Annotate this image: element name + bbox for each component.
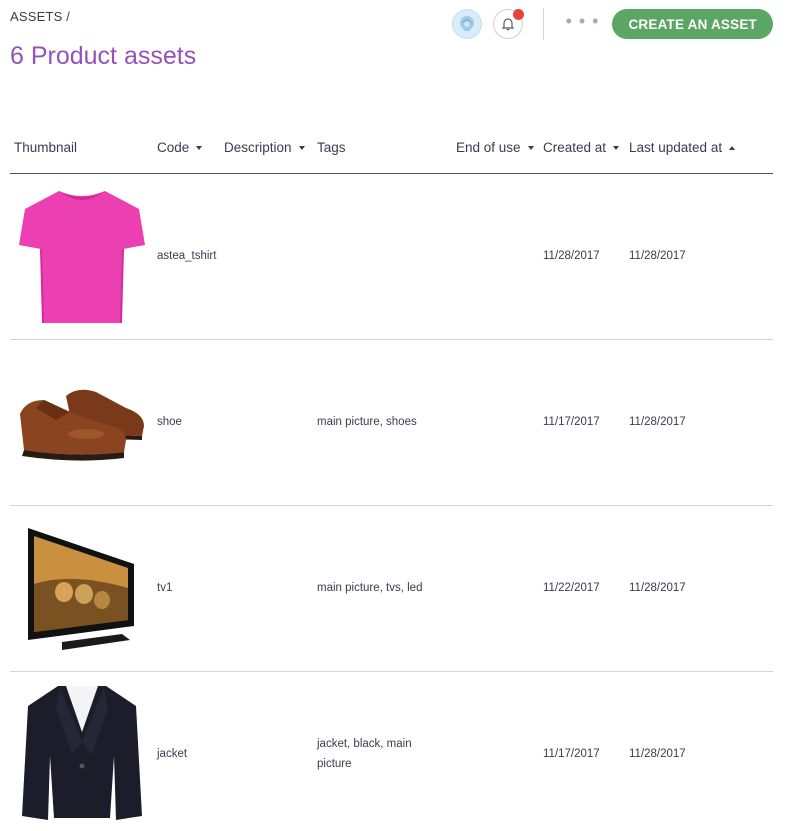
bell-icon xyxy=(501,18,515,31)
cell-created-at: 11/22/2017 xyxy=(543,582,600,594)
column-header-thumbnail: Thumbnail xyxy=(14,140,77,155)
create-asset-button[interactable]: CREATE AN ASSET xyxy=(612,9,773,39)
cell-updated-at: 11/28/2017 xyxy=(629,748,686,760)
cell-created-at: 11/28/2017 xyxy=(543,250,600,262)
thumbnail[interactable] xyxy=(15,182,149,332)
user-avatar-icon xyxy=(459,16,474,31)
column-header-description[interactable]: Description xyxy=(224,140,305,155)
cell-created-at: 11/17/2017 xyxy=(543,416,600,428)
thumbnail[interactable] xyxy=(15,348,149,498)
table-row[interactable]: tv1 main picture, tvs, led 11/22/2017 11… xyxy=(10,506,773,672)
notification-dot xyxy=(512,9,524,20)
divider xyxy=(542,8,544,40)
column-header-code[interactable]: Code xyxy=(157,140,203,155)
column-header-last-updated-at[interactable]: Last updated at xyxy=(629,140,736,155)
notifications-button[interactable] xyxy=(492,9,524,39)
table-row[interactable]: jacket jacket, black, main picture 11/17… xyxy=(10,672,773,831)
column-header-tags: Tags xyxy=(317,140,346,155)
thumbnail[interactable] xyxy=(15,514,149,664)
cell-tags: jacket, black, main picture xyxy=(317,738,412,770)
table-row[interactable]: astea_tshirt 11/28/2017 11/28/2017 xyxy=(10,174,773,340)
table-row[interactable]: shoe main picture, shoes 11/17/2017 11/2… xyxy=(10,340,773,506)
tv-image xyxy=(28,528,134,650)
pink-tshirt-image xyxy=(19,191,145,324)
page-title: 6 Product assets xyxy=(10,42,197,70)
column-label: Tags xyxy=(317,140,346,155)
cell-updated-at: 11/28/2017 xyxy=(629,250,686,262)
column-label: Last updated at xyxy=(629,140,723,155)
sort-down-icon xyxy=(527,145,534,150)
sort-up-icon xyxy=(729,145,736,150)
sort-down-icon xyxy=(613,145,620,150)
column-label: End of use xyxy=(456,140,521,155)
top-actions: • • • CREATE AN ASSET xyxy=(451,8,773,40)
column-label: Code xyxy=(157,140,190,155)
column-header-end-of-use[interactable]: End of use xyxy=(456,140,534,155)
avatar[interactable] xyxy=(451,9,482,39)
cell-updated-at: 11/28/2017 xyxy=(629,582,686,594)
black-jacket-image xyxy=(22,686,142,820)
thumbnail[interactable] xyxy=(15,680,149,826)
cell-updated-at: 11/28/2017 xyxy=(629,416,686,428)
breadcrumb[interactable]: ASSETS / xyxy=(10,9,70,24)
column-label: Description xyxy=(224,140,292,155)
column-label: Created at xyxy=(543,140,607,155)
cell-code: tv1 xyxy=(157,582,173,594)
column-label: Thumbnail xyxy=(14,140,78,155)
column-header-created-at[interactable]: Created at xyxy=(543,140,620,155)
more-options-icon[interactable]: • • • xyxy=(566,12,600,32)
cell-created-at: 11/17/2017 xyxy=(543,748,600,760)
table-header: Thumbnail Code Description Tags End of u… xyxy=(10,130,773,174)
sort-down-icon xyxy=(298,145,305,150)
cell-tags: main picture, shoes xyxy=(317,416,417,428)
cell-tags: main picture, tvs, led xyxy=(317,582,423,594)
cell-code: astea_tshirt xyxy=(157,250,217,262)
cell-code: jacket xyxy=(157,748,188,760)
sort-down-icon xyxy=(196,145,203,150)
brown-shoes-image xyxy=(20,389,144,461)
cell-code: shoe xyxy=(157,416,182,428)
